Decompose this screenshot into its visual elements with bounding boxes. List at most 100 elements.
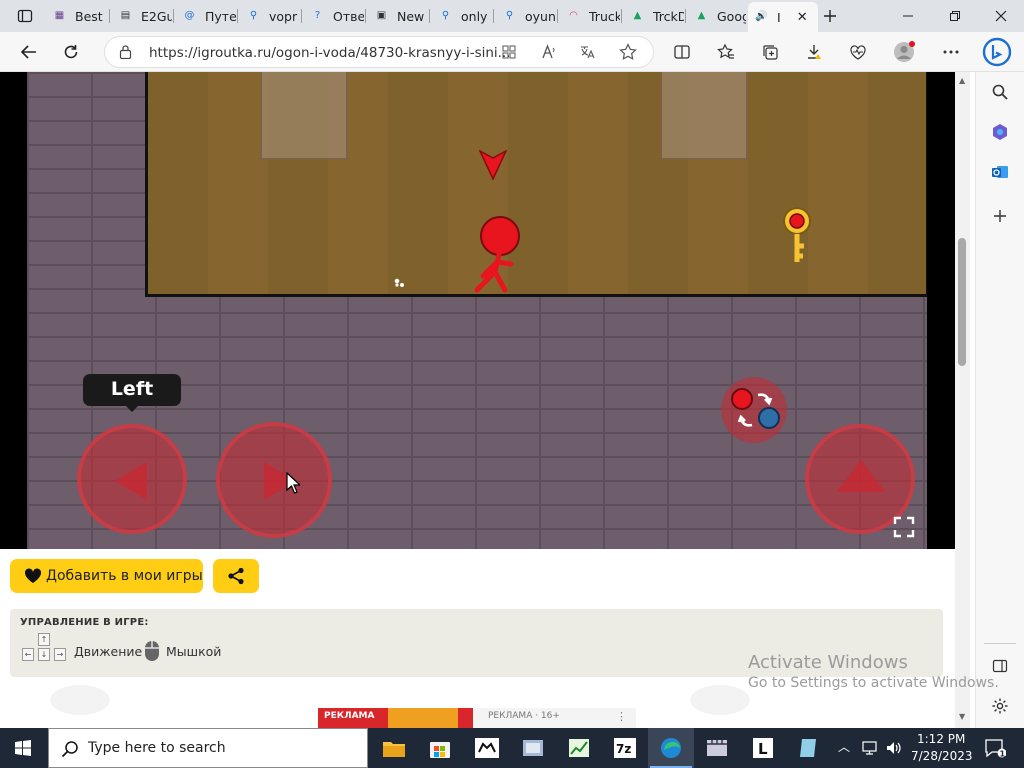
swap-characters-button[interactable] — [721, 377, 787, 443]
ad-label-1: РЕКЛАМА — [324, 711, 375, 721]
show-hidden-icons-chevron-icon[interactable]: ︿ — [838, 738, 850, 755]
sidebar-search-icon[interactable] — [986, 78, 1014, 106]
apps-icon[interactable] — [501, 44, 517, 63]
split-screen-icon[interactable] — [667, 38, 697, 66]
tab-separator — [109, 9, 110, 23]
tab-separator — [429, 9, 430, 23]
app-icon-notes[interactable] — [794, 733, 824, 763]
start-button[interactable] — [8, 733, 38, 763]
right-arrow-control[interactable] — [216, 422, 332, 538]
up-arrow-icon — [837, 460, 885, 492]
fullscreen-icon[interactable] — [893, 516, 915, 538]
microsoft-store-icon[interactable] — [425, 733, 455, 763]
drive-icon: ▲ — [633, 10, 642, 21]
tab-separator — [237, 9, 238, 23]
close-window-button[interactable] — [978, 0, 1024, 32]
at-sign-icon: @ — [184, 10, 195, 21]
mouse-label: Мышкой — [166, 644, 222, 659]
bing-chat-icon[interactable] — [981, 36, 1013, 68]
tab-actions-icon[interactable] — [10, 2, 40, 30]
taskbar-date[interactable]: 7/28/2023 — [911, 749, 973, 763]
scroll-up-arrow-icon[interactable]: ▲ — [959, 76, 965, 85]
7zip-icon[interactable]: 7z — [610, 733, 640, 763]
drive-icon: ▲ — [697, 10, 706, 21]
url-text[interactable]: https://igroutka.ru/ogon-i-voda/48730-kr… — [149, 45, 511, 61]
tab-6[interactable]: ⚲ only — [432, 4, 492, 28]
tab-5[interactable]: ▣ New — [368, 4, 428, 28]
search-icon: ⚲ — [505, 10, 514, 21]
notifications-icon[interactable]: 1 — [984, 738, 1006, 758]
tab-4[interactable]: ? Отве — [304, 4, 364, 28]
video-app-icon[interactable] — [702, 733, 732, 763]
left-arrow-control[interactable] — [77, 424, 187, 534]
scroll-down-arrow-icon[interactable]: ▼ — [959, 712, 965, 721]
tab-8[interactable]: ◠ Truck — [560, 4, 620, 28]
tab-label: only — [461, 8, 488, 24]
tab-3[interactable]: ⚲ vopr — [240, 4, 300, 28]
tab-11[interactable]: 🔊 I ✕ — [748, 2, 818, 32]
browser-toolbar: https://igroutka.ru/ogon-i-voda/48730-kr… — [0, 32, 1024, 72]
close-tab-icon[interactable]: ✕ — [797, 10, 808, 25]
volume-icon[interactable] — [885, 740, 903, 756]
game-canvas[interactable]: Left — [27, 72, 927, 549]
add-to-my-games-button[interactable]: Добавить в мои игры — [10, 559, 203, 593]
collections-icon[interactable] — [755, 38, 785, 66]
tab-1[interactable]: ▤ E2Gu — [112, 4, 172, 28]
tab-separator — [301, 9, 302, 23]
mouse-icon — [145, 641, 159, 661]
downloads-icon[interactable] — [799, 38, 829, 66]
settings-menu-icon[interactable] — [936, 38, 966, 66]
back-button[interactable] — [14, 38, 44, 66]
window-decoration — [660, 72, 748, 160]
windows-taskbar: Type here to search 7z L ︿ 1:12 PM 7/28/… — [0, 728, 1024, 768]
game-frame[interactable]: Left — [0, 72, 955, 549]
scrollbar-thumb[interactable] — [958, 238, 966, 366]
sidebar-outlook-icon[interactable] — [986, 158, 1014, 186]
file-explorer-icon[interactable] — [379, 733, 409, 763]
profile-avatar[interactable] — [889, 38, 919, 66]
tab-2[interactable]: @ Путе — [176, 4, 237, 28]
document-icon: ▤ — [120, 10, 131, 21]
favorite-star-icon[interactable] — [619, 43, 637, 64]
new-tab-button[interactable] — [815, 2, 845, 30]
tab-0[interactable]: ▦ Best — [46, 4, 108, 28]
ad-banner-1[interactable]: РЕКЛАМА — [318, 708, 473, 728]
favorites-icon[interactable] — [711, 38, 741, 66]
refresh-button[interactable] — [56, 38, 86, 66]
sidebar-settings-icon[interactable] — [986, 692, 1014, 720]
address-bar[interactable]: https://igroutka.ru/ogon-i-voda/48730-kr… — [104, 36, 654, 68]
svg-text:L: L — [758, 740, 768, 758]
tab-label: vopr — [269, 8, 298, 24]
network-icon[interactable] — [862, 740, 880, 756]
translate-icon[interactable] — [579, 44, 595, 63]
swap-icon — [731, 388, 780, 429]
mouse-cursor-icon — [286, 472, 300, 494]
app-icon-photos[interactable] — [518, 733, 548, 763]
sidebar-discover-icon[interactable] — [986, 118, 1014, 146]
share-icon — [228, 567, 244, 585]
minimize-button[interactable] — [885, 0, 931, 32]
tab-10[interactable]: ▲ Goog — [688, 4, 746, 28]
sidebar-add-icon[interactable] — [986, 202, 1014, 230]
search-icon: ⚲ — [249, 10, 258, 21]
tab-separator — [173, 9, 174, 23]
app-icon-l[interactable]: L — [748, 733, 778, 763]
tab-7[interactable]: ⚲ oyun — [496, 4, 556, 28]
edge-taskbar-icon[interactable] — [656, 733, 686, 763]
tab-separator — [493, 9, 494, 23]
taskbar-time[interactable]: 1:12 PM — [917, 732, 965, 746]
share-button[interactable] — [213, 559, 259, 593]
read-aloud-icon[interactable] — [541, 44, 557, 63]
browser-essentials-icon[interactable] — [843, 38, 873, 66]
taskbar-search-box[interactable]: Type here to search — [48, 728, 368, 768]
page-scrollbar[interactable]: ▲ ▼ — [955, 72, 970, 728]
svg-text:1: 1 — [1000, 750, 1006, 759]
app-icon-chart[interactable] — [564, 733, 594, 763]
sidebar-divider — [984, 643, 1016, 644]
lock-icon[interactable] — [119, 44, 132, 62]
restore-button[interactable] — [932, 0, 978, 32]
game-app-icon[interactable] — [472, 733, 502, 763]
tab-9[interactable]: ▲ TrckD — [624, 4, 684, 28]
speaker-icon: 🔊 — [755, 11, 768, 22]
ad-menu-icon[interactable]: ⋮ — [616, 710, 627, 723]
